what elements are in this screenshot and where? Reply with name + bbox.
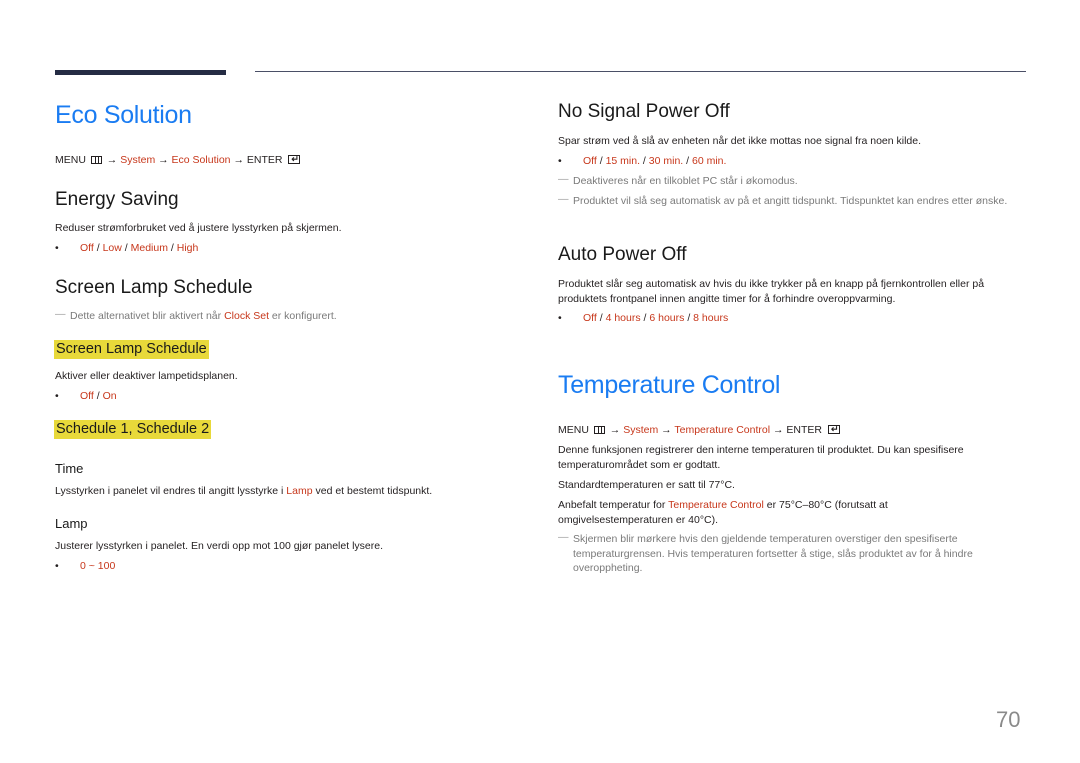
bullet-icon: •: [558, 312, 562, 324]
option-30-min[interactable]: 30 min.: [649, 155, 683, 167]
option-60-min[interactable]: 60 min.: [692, 155, 726, 167]
arrow: →: [158, 154, 169, 166]
header-rule-thick: [55, 70, 226, 75]
option-on[interactable]: On: [103, 390, 117, 402]
option-off[interactable]: Off: [583, 155, 597, 167]
option-8-hours[interactable]: 8 hours: [693, 312, 728, 324]
heading-no-signal-power-off: No Signal Power Off: [558, 101, 730, 122]
subheading-schedule-1-2: Schedule 1, Schedule 2: [54, 420, 212, 439]
enter-label: ENTER: [786, 424, 823, 436]
no-signal-desc: Spar strøm ved å slå av enheten når det …: [558, 135, 922, 147]
enter-icon: [288, 152, 301, 166]
menu-icon: [90, 156, 102, 164]
note-dash-icon: ―: [55, 308, 66, 320]
option-6-hours[interactable]: 6 hours: [649, 312, 684, 324]
screen-lamp-schedule-desc: Aktiver eller deaktiver lampetidsplanen.: [55, 370, 238, 382]
note-dash-icon: ―: [558, 531, 569, 543]
option-lamp-range[interactable]: 0 ~ 100: [80, 560, 115, 572]
lamp-desc: Justerer lysstyrken i panelet. En verdi …: [55, 540, 383, 552]
menu-label: MENU: [55, 154, 86, 166]
bullet-icon: •: [558, 155, 562, 167]
link-clock-set[interactable]: Clock Set: [224, 310, 269, 322]
menu-step-temperature-control[interactable]: Temperature Control: [674, 424, 770, 436]
label-time: Time: [55, 461, 84, 476]
note-dash-icon: ―: [558, 193, 569, 205]
arrow: →: [773, 424, 784, 436]
menu-icon: [593, 426, 605, 434]
arrow: →: [233, 154, 244, 166]
subheading-screen-lamp-schedule: Screen Lamp Schedule: [54, 340, 209, 359]
menu-path-eco-solution: MENU → System → Eco Solution → ENTER: [55, 152, 301, 167]
lamp-range-option: • 0 ~ 100: [55, 559, 115, 573]
enter-label: ENTER: [246, 154, 283, 166]
bullet-icon: •: [55, 242, 59, 254]
option-off[interactable]: Off: [80, 390, 94, 402]
auto-power-off-desc: Produktet slår seg automatisk av hvis du…: [558, 278, 985, 305]
option-4-hours[interactable]: 4 hours: [606, 312, 641, 324]
section-title-temperature-control: Temperature Control: [558, 371, 781, 399]
bullet-icon: •: [55, 560, 59, 572]
note-temperature-limit: ― Skjermen blir mørkere hvis den gjelden…: [558, 531, 973, 574]
note-dash-icon: ―: [558, 173, 569, 185]
arrow: →: [106, 154, 118, 166]
temperature-desc-3: Anbefalt temperatur for Temperature Cont…: [558, 499, 888, 526]
bullet-icon: •: [55, 390, 59, 402]
temperature-desc-2: Standardtemperaturen er satt til 77°C.: [558, 479, 735, 491]
arrow: →: [661, 424, 672, 436]
label-lamp: Lamp: [55, 516, 88, 531]
auto-power-off-options: • Off / 4 hours / 6 hours / 8 hours: [558, 312, 729, 324]
option-off[interactable]: Off: [583, 312, 597, 324]
menu-label: MENU: [558, 424, 589, 436]
option-low[interactable]: Low: [103, 242, 122, 254]
enter-icon: [827, 422, 840, 436]
energy-saving-desc: Reduser strømforbruket ved å justere lys…: [55, 222, 342, 234]
heading-energy-saving: Energy Saving: [55, 189, 179, 210]
note-auto-off-time: ― Produktet vil slå seg automatisk av på…: [558, 193, 1008, 207]
menu-step-eco-solution[interactable]: Eco Solution: [172, 154, 231, 166]
link-temperature-control[interactable]: Temperature Control: [668, 499, 764, 511]
menu-step-system[interactable]: System: [623, 424, 658, 436]
note-clock-set: ― Dette alternativet blir aktivert når C…: [55, 308, 337, 322]
section-title-eco-solution: Eco Solution: [55, 101, 192, 129]
menu-path-temperature-control: MENU → System → Temperature Control → EN…: [558, 422, 840, 437]
option-off[interactable]: Off: [80, 242, 94, 254]
arrow: →: [609, 424, 621, 436]
menu-step-system[interactable]: System: [120, 154, 155, 166]
page-number: 70: [996, 707, 1021, 732]
note-pc-eco-mode: ― Deaktiveres når en tilkoblet PC står i…: [558, 173, 798, 187]
header-rule-thin: [255, 71, 1026, 72]
option-15-min[interactable]: 15 min.: [606, 155, 640, 167]
temperature-desc-1: Denne funksjonen registrerer den interne…: [558, 444, 964, 471]
no-signal-options: • Off / 15 min. / 30 min. / 60 min.: [558, 155, 727, 167]
heading-screen-lamp-schedule: Screen Lamp Schedule: [55, 277, 253, 298]
option-high[interactable]: High: [177, 242, 199, 254]
option-medium[interactable]: Medium: [131, 242, 168, 254]
link-lamp[interactable]: Lamp: [286, 485, 312, 497]
time-desc: Lysstyrken i panelet vil endres til angi…: [55, 485, 433, 497]
energy-saving-options: • Off / Low / Medium / High: [55, 242, 199, 254]
heading-auto-power-off: Auto Power Off: [558, 244, 687, 265]
screen-lamp-schedule-options: • Off / On: [55, 390, 117, 402]
